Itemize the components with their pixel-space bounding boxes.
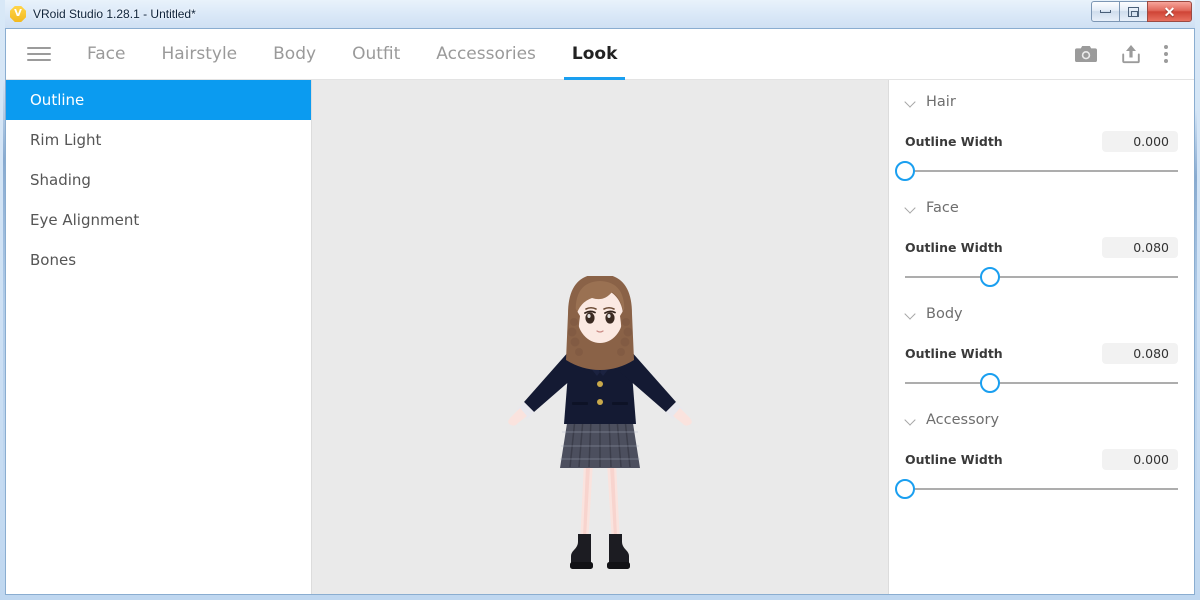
vroid-logo-icon: V — [10, 6, 26, 22]
param-label-body-outline-width: Outline Width — [905, 346, 1003, 361]
title-bar[interactable]: V VRoid Studio 1.28.1 - Untitled* ✕ — [5, 0, 1195, 28]
window-controls: ✕ — [1091, 1, 1192, 22]
param-label-hair-outline-width: Outline Width — [905, 134, 1003, 149]
toolbar-actions — [1074, 43, 1168, 65]
param-label-face-outline-width: Outline Width — [905, 240, 1003, 255]
tab-accessories-label: Accessories — [436, 44, 536, 64]
param-row-face-outline-width: Outline Width 0.080 — [905, 237, 1178, 258]
tab-accessories[interactable]: Accessories — [418, 29, 554, 80]
minimize-icon — [1100, 10, 1111, 13]
chevron-down-icon — [905, 96, 916, 107]
close-icon: ✕ — [1164, 5, 1176, 19]
slider-accessory-outline-width[interactable] — [905, 474, 1178, 504]
param-row-body-outline-width: Outline Width 0.080 — [905, 343, 1178, 364]
tab-face[interactable]: Face — [69, 29, 143, 80]
slider-track — [905, 488, 1178, 490]
property-group-body: Body Outline Width 0.080 — [889, 295, 1194, 398]
character-model[interactable] — [500, 276, 700, 595]
property-group-face: Face Outline Width 0.080 — [889, 189, 1194, 292]
window-title: VRoid Studio 1.28.1 - Untitled* — [33, 7, 196, 21]
maximize-icon — [1128, 7, 1139, 17]
top-navigation-bar: Face Hairstyle Body Outfit Accessories L… — [6, 29, 1194, 80]
model-viewport[interactable] — [312, 80, 888, 595]
chevron-down-icon — [905, 202, 916, 213]
slider-thumb[interactable] — [895, 479, 915, 499]
main-content: Outline Rim Light Shading Eye Alignment … — [6, 80, 1194, 595]
slider-track — [905, 170, 1178, 172]
close-button[interactable]: ✕ — [1147, 1, 1192, 22]
sidebar-item-eye-alignment[interactable]: Eye Alignment — [6, 200, 311, 240]
param-label-accessory-outline-width: Outline Width — [905, 452, 1003, 467]
param-value-accessory-outline-width[interactable]: 0.000 — [1102, 449, 1178, 470]
tab-look-label: Look — [572, 44, 618, 64]
sidebar-item-shading-label: Shading — [30, 171, 91, 189]
tab-hairstyle[interactable]: Hairstyle — [143, 29, 255, 80]
slider-face-outline-width[interactable] — [905, 262, 1178, 292]
param-value-face-outline-width[interactable]: 0.080 — [1102, 237, 1178, 258]
slider-thumb[interactable] — [980, 267, 1000, 287]
slider-thumb[interactable] — [895, 161, 915, 181]
slider-track — [905, 276, 1178, 278]
group-title-face: Face — [926, 200, 959, 216]
sidebar-item-shading[interactable]: Shading — [6, 160, 311, 200]
group-header-face[interactable]: Face — [905, 189, 1178, 226]
maximize-button[interactable] — [1119, 1, 1148, 22]
tab-look[interactable]: Look — [554, 29, 636, 80]
properties-panel: Hair Outline Width 0.000 Face — [888, 80, 1194, 595]
vroid-logo-letter: V — [10, 6, 26, 22]
param-value-body-outline-width[interactable]: 0.080 — [1102, 343, 1178, 364]
group-header-accessory[interactable]: Accessory — [905, 401, 1178, 438]
export-icon[interactable] — [1120, 43, 1142, 65]
group-header-hair[interactable]: Hair — [905, 83, 1178, 120]
chevron-down-icon — [905, 308, 916, 319]
sidebar-item-eye-alignment-label: Eye Alignment — [30, 211, 139, 229]
camera-icon[interactable] — [1074, 44, 1098, 64]
tab-outfit[interactable]: Outfit — [334, 29, 418, 80]
group-title-body: Body — [926, 306, 963, 322]
minimize-button[interactable] — [1091, 1, 1120, 22]
sidebar-item-bones[interactable]: Bones — [6, 240, 311, 280]
param-row-accessory-outline-width: Outline Width 0.000 — [905, 449, 1178, 470]
tab-face-label: Face — [87, 44, 125, 64]
property-group-accessory: Accessory Outline Width 0.000 — [889, 401, 1194, 504]
window-frame: V VRoid Studio 1.28.1 - Untitled* ✕ Face — [0, 0, 1200, 600]
hamburger-menu-icon[interactable] — [27, 45, 51, 63]
param-row-hair-outline-width: Outline Width 0.000 — [905, 131, 1178, 152]
slider-body-outline-width[interactable] — [905, 368, 1178, 398]
sidebar-item-rim-light-label: Rim Light — [30, 131, 101, 149]
sidebar-item-outline[interactable]: Outline — [6, 80, 311, 120]
sidebar-item-bones-label: Bones — [30, 251, 76, 269]
tab-body[interactable]: Body — [255, 29, 334, 80]
group-title-accessory: Accessory — [926, 412, 999, 428]
chevron-down-icon — [905, 414, 916, 425]
application-client-area: Face Hairstyle Body Outfit Accessories L… — [5, 28, 1195, 595]
more-options-icon[interactable] — [1164, 45, 1168, 63]
slider-hair-outline-width[interactable] — [905, 156, 1178, 186]
group-header-body[interactable]: Body — [905, 295, 1178, 332]
left-sidebar: Outline Rim Light Shading Eye Alignment … — [6, 80, 312, 595]
param-value-hair-outline-width[interactable]: 0.000 — [1102, 131, 1178, 152]
group-title-hair: Hair — [926, 94, 956, 110]
sidebar-item-rim-light[interactable]: Rim Light — [6, 120, 311, 160]
slider-thumb[interactable] — [980, 373, 1000, 393]
slider-track — [905, 382, 1178, 384]
tab-hairstyle-label: Hairstyle — [161, 44, 237, 64]
property-group-hair: Hair Outline Width 0.000 — [889, 83, 1194, 186]
tab-body-label: Body — [273, 44, 316, 64]
tab-outfit-label: Outfit — [352, 44, 400, 64]
sidebar-item-outline-label: Outline — [30, 91, 84, 109]
